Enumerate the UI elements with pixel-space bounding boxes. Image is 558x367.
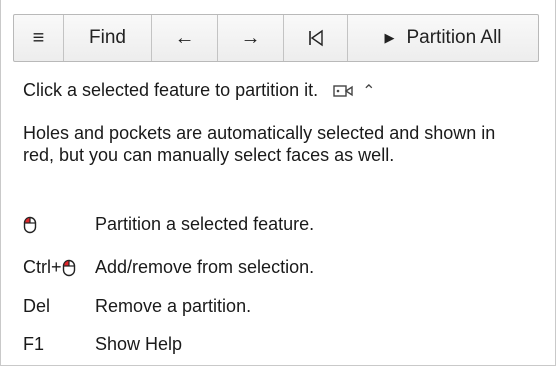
menu-icon: ≡ bbox=[32, 27, 45, 49]
collapse-icon[interactable]: ⌃ bbox=[362, 81, 375, 101]
instruction-row: Click a selected feature to partition it… bbox=[23, 80, 376, 101]
shortcut-key: F1 bbox=[23, 334, 45, 354]
find-button[interactable]: Find bbox=[64, 15, 152, 61]
arrow-right-icon: → bbox=[240, 27, 261, 49]
camera-icon[interactable] bbox=[332, 83, 354, 99]
skip-to-start-icon bbox=[308, 29, 323, 47]
instruction-text: Click a selected feature to partition it… bbox=[23, 80, 319, 100]
help-text: Holes and pockets are automatically sele… bbox=[23, 123, 496, 165]
shortcut-description: Remove a partition. bbox=[95, 296, 252, 316]
shortcut-description: Show Help bbox=[95, 334, 183, 354]
shortcut-key bbox=[23, 216, 95, 234]
mouse-left-click-icon bbox=[62, 259, 75, 276]
mouse-left-click-icon bbox=[23, 216, 37, 233]
arrow-left-icon: ← bbox=[174, 27, 195, 49]
shortcut-description: Add/remove from selection. bbox=[95, 257, 315, 277]
first-button[interactable] bbox=[284, 15, 348, 61]
shortcut-key: Del bbox=[23, 296, 51, 316]
previous-button[interactable]: ← bbox=[152, 15, 218, 61]
partition-all-label: Partition All bbox=[406, 27, 502, 48]
shortcut-description: Partition a selected feature. bbox=[95, 214, 315, 234]
menu-button[interactable]: ≡ bbox=[14, 15, 64, 61]
partition-all-button[interactable]: ▶ Partition All bbox=[348, 15, 538, 61]
play-icon: ▶ bbox=[384, 30, 395, 45]
next-button[interactable]: → bbox=[218, 15, 284, 61]
shortcut-key-text: Ctrl+ bbox=[23, 257, 62, 277]
shortcut-row: Partition a selected feature. bbox=[23, 214, 314, 235]
find-button-label: Find bbox=[89, 27, 126, 48]
shortcut-row: F1 Show Help bbox=[23, 334, 182, 355]
shortcut-row: Ctrl+ Add/remove from selection. bbox=[23, 257, 314, 278]
partition-panel: ≡ Find ← → ▶ Partition All Click a selec… bbox=[0, 0, 556, 366]
shortcut-key: Ctrl+ bbox=[23, 257, 95, 278]
toolbar: ≡ Find ← → ▶ Partition All bbox=[13, 14, 539, 62]
shortcut-row: Del Remove a partition. bbox=[23, 296, 251, 317]
